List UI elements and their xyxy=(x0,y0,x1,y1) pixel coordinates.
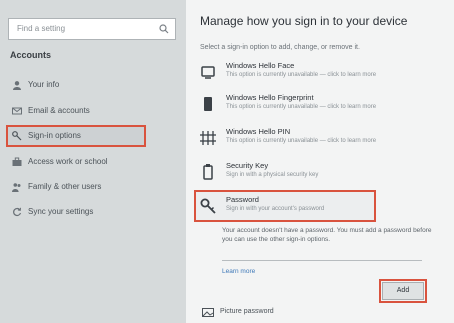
sidebar-item-label: Email & accounts xyxy=(28,106,90,115)
sidebar-item-sync-settings[interactable]: Sync your settings xyxy=(6,201,146,223)
option-windows-hello-pin[interactable]: Windows Hello PIN This option is current… xyxy=(196,124,434,152)
search-placeholder: Find a setting xyxy=(17,24,66,33)
option-name: Windows Hello Fingerprint xyxy=(226,93,314,102)
password-info-text: Your account doesn't have a password. Yo… xyxy=(222,227,432,243)
key-icon xyxy=(200,198,216,214)
search-input[interactable]: Find a setting xyxy=(8,18,176,40)
bottom-item-label: Picture password xyxy=(220,308,274,315)
option-name: Windows Hello Face xyxy=(226,61,295,70)
option-desc: Sign in with your account's password xyxy=(226,206,325,212)
option-desc: This option is currently unavailable — c… xyxy=(226,72,377,78)
face-icon xyxy=(201,66,215,79)
option-picture-password[interactable]: Picture password xyxy=(202,308,274,317)
sidebar-item-your-info[interactable]: Your info xyxy=(6,74,146,96)
option-password[interactable]: Password Sign in with your account's pas… xyxy=(194,190,376,222)
option-windows-hello-face[interactable]: Windows Hello Face This option is curren… xyxy=(196,58,434,86)
mail-icon xyxy=(12,107,22,115)
sidebar-item-family-users[interactable]: Family & other users xyxy=(6,176,146,198)
main-content: Manage how you sign in to your device Se… xyxy=(186,0,454,323)
option-desc: Sign in with a physical security key xyxy=(226,172,319,178)
option-name: Password xyxy=(226,195,259,204)
sync-icon xyxy=(13,207,22,217)
fingerprint-icon xyxy=(204,97,212,111)
sidebar: Find a setting Accounts Your info Email … xyxy=(0,0,186,323)
page-subtitle: Select a sign-in option to add, change, … xyxy=(200,44,360,51)
sidebar-item-label: Family & other users xyxy=(28,182,102,191)
people-icon xyxy=(12,183,21,192)
option-security-key[interactable]: Security Key Sign in with a physical sec… xyxy=(196,158,434,186)
search-icon xyxy=(159,24,169,34)
add-button[interactable]: Add xyxy=(379,279,427,303)
pin-icon xyxy=(200,131,216,145)
sidebar-item-label: Your info xyxy=(28,80,60,89)
key-icon xyxy=(12,131,22,141)
page-title: Manage how you sign in to your device xyxy=(200,14,408,28)
sidebar-item-label: Sign-in options xyxy=(28,131,81,140)
sidebar-item-label: Access work or school xyxy=(28,157,108,166)
option-name: Windows Hello PIN xyxy=(226,127,291,136)
sidebar-item-email-accounts[interactable]: Email & accounts xyxy=(6,100,146,122)
picture-icon xyxy=(202,308,214,317)
briefcase-icon xyxy=(12,157,22,166)
usb-key-icon xyxy=(203,164,213,180)
person-icon xyxy=(13,81,21,90)
option-windows-hello-fingerprint[interactable]: Windows Hello Fingerprint This option is… xyxy=(196,90,434,118)
sidebar-item-sign-in-options[interactable]: Sign-in options xyxy=(6,125,146,147)
section-title: Accounts xyxy=(10,50,52,60)
sidebar-item-label: Sync your settings xyxy=(28,207,94,216)
option-desc: This option is currently unavailable — c… xyxy=(226,104,377,110)
learn-more-link[interactable]: Learn more xyxy=(222,268,255,275)
option-name: Security Key xyxy=(226,161,269,170)
sidebar-item-access-work[interactable]: Access work or school xyxy=(6,151,146,173)
password-field[interactable] xyxy=(222,252,422,261)
option-desc: This option is currently unavailable — c… xyxy=(226,138,377,144)
